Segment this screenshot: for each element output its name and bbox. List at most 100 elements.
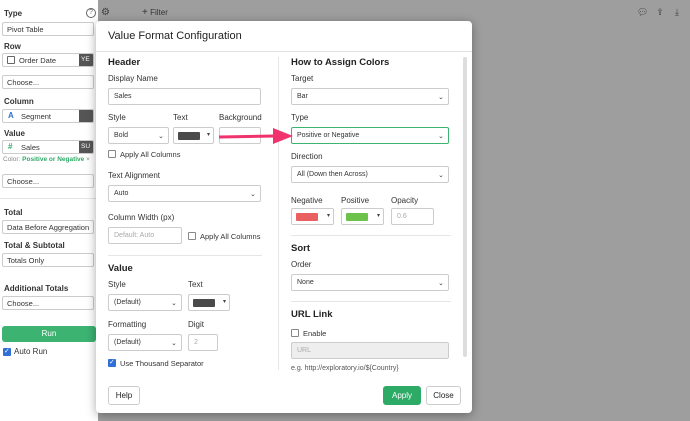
column-field-label: Segment [21, 112, 52, 121]
header-style-label: Style [108, 113, 126, 122]
value-field[interactable]: # Sales SU [2, 140, 94, 154]
additional-totals-label: Additional Totals [4, 284, 69, 293]
value-aggregation-tag[interactable]: SU [79, 141, 93, 153]
row-label: Row [4, 42, 21, 51]
calendar-icon [7, 56, 15, 64]
value-choose-select[interactable]: Choose... [2, 174, 94, 188]
color-value[interactable]: Positive or Negative [22, 156, 84, 163]
dialog-scrollbar[interactable] [463, 57, 467, 357]
row-choose-select[interactable]: Choose... [2, 75, 94, 89]
target-select[interactable]: Bar [291, 88, 449, 105]
color-prefix: Color: [3, 156, 21, 163]
divider [0, 198, 98, 199]
column-width-apply-checkbox[interactable] [188, 232, 196, 240]
total-subtotal-label: Total & Subtotal [4, 241, 65, 250]
row-field[interactable]: Order Date YE [2, 53, 94, 67]
display-name-input[interactable]: Sales [108, 88, 261, 105]
title-divider [96, 51, 472, 52]
opacity-label: Opacity [391, 196, 419, 205]
value-text-swatch [193, 299, 215, 307]
auto-run-checkbox[interactable] [3, 347, 11, 356]
header-style-select[interactable]: Bold [108, 127, 169, 144]
negative-label: Negative [291, 196, 323, 205]
thousand-separator-checkbox[interactable] [108, 358, 116, 367]
color-type-label: Type [291, 113, 309, 122]
negative-swatch [296, 213, 318, 221]
opacity-input[interactable]: 0.6 [391, 208, 434, 225]
order-label: Order [291, 260, 312, 269]
url-input[interactable]: URL [291, 342, 449, 359]
run-button[interactable]: Run [2, 326, 96, 342]
additional-totals-value: Choose... [7, 299, 40, 308]
value-section-heading: Value [108, 263, 133, 274]
color-type-select[interactable]: Positive or Negative [291, 127, 449, 144]
formatting-select[interactable]: (Default) [108, 334, 182, 351]
caret-down-icon: ▾ [206, 132, 210, 138]
value-format-dialog: Value Format Configuration Header Displa… [96, 21, 472, 413]
header-section-heading: Header [108, 57, 141, 68]
direction-label: Direction [291, 152, 323, 161]
thousand-separator-label: Use Thousand Separator [120, 359, 204, 368]
header-text-label: Text [173, 113, 188, 122]
column-divider [278, 57, 279, 370]
text-type-icon: A [8, 111, 14, 120]
text-alignment-select[interactable]: Auto [108, 185, 261, 202]
negative-color-picker[interactable]: ▾ [291, 208, 334, 225]
left-panel: Type ? ⚙ Pivot Table Row Order Date YE C… [0, 0, 110, 421]
positive-swatch [346, 213, 368, 221]
order-select[interactable]: None [291, 274, 449, 291]
section-divider [291, 301, 451, 302]
additional-totals-select[interactable]: Choose... [2, 296, 94, 310]
value-label: Value [4, 129, 25, 138]
column-field[interactable]: A Segment [2, 109, 94, 123]
total-subtotal-select[interactable]: Totals Only [2, 253, 94, 267]
row-field-label: Order Date [19, 56, 57, 65]
column-width-apply-label: Apply All Columns [200, 232, 261, 241]
number-type-icon: # [8, 142, 13, 151]
auto-run-label: Auto Run [14, 347, 48, 356]
header-background-label: Background [219, 113, 262, 122]
column-width-input[interactable]: Default: Auto [108, 227, 182, 244]
header-text-color-picker[interactable]: ▾ [173, 127, 214, 144]
section-divider [291, 235, 451, 236]
header-text-swatch [178, 132, 200, 140]
row-aggregation-tag[interactable]: YE [79, 54, 93, 66]
apply-button[interactable]: Apply [383, 386, 421, 405]
value-text-color-picker[interactable]: ▾ [188, 294, 230, 311]
caret-down-icon: ▾ [222, 299, 226, 305]
url-section-heading: URL Link [291, 309, 333, 320]
dialog-title: Value Format Configuration [108, 30, 242, 42]
url-example: e.g. http://exploratory.io/${Country} [291, 365, 399, 372]
positive-label: Positive [341, 196, 370, 205]
formatting-label: Formatting [108, 320, 147, 329]
close-button[interactable]: Close [426, 386, 461, 405]
digit-input[interactable]: 2 [188, 334, 218, 351]
help-icon[interactable]: ? [86, 8, 96, 18]
column-width-label: Column Width (px) [108, 213, 175, 222]
type-label: Type [4, 9, 23, 18]
total-select[interactable]: Data Before Aggregation [2, 220, 94, 234]
type-value: Pivot Table [7, 25, 44, 34]
display-name-label: Display Name [108, 74, 158, 83]
type-select[interactable]: Pivot Table [2, 22, 94, 36]
annotation-arrow-icon [218, 128, 293, 144]
header-apply-all-checkbox[interactable] [108, 150, 116, 158]
text-alignment-label: Text Alignment [108, 171, 161, 180]
row-choose-label: Choose... [7, 78, 40, 87]
value-style-label: Style [108, 280, 126, 289]
column-field-tag[interactable] [79, 110, 93, 122]
url-enable-checkbox[interactable] [291, 329, 299, 337]
url-enable-label: Enable [303, 329, 327, 338]
direction-select[interactable]: All (Down then Across) [291, 166, 449, 183]
help-button[interactable]: Help [108, 386, 140, 405]
total-subtotal-value: Totals Only [7, 256, 45, 265]
value-color-note: Color: Positive or Negative × [3, 156, 90, 163]
value-field-label: Sales [21, 143, 40, 152]
value-style-select[interactable]: (Default) [108, 294, 182, 311]
total-label: Total [4, 208, 23, 217]
digit-label: Digit [188, 320, 205, 329]
value-choose-label: Choose... [7, 177, 40, 186]
remove-color-icon[interactable]: × [86, 156, 90, 163]
section-divider [108, 255, 262, 256]
positive-color-picker[interactable]: ▾ [341, 208, 384, 225]
